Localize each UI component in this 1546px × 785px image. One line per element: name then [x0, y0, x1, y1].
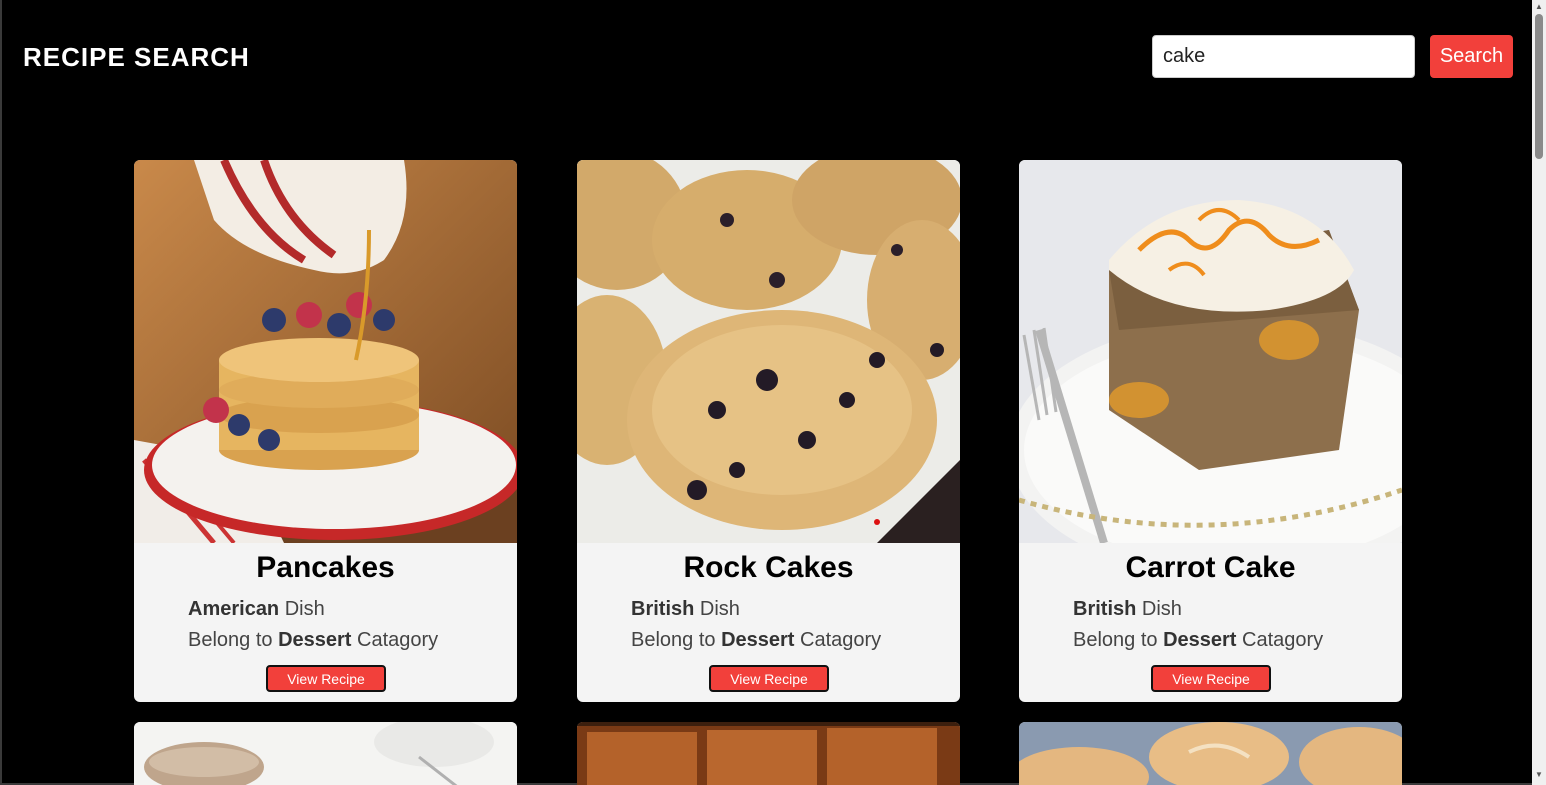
recipe-image[interactable] — [134, 722, 517, 785]
recipe-card: Carrot Cake British Dish Belong to Desse… — [1019, 160, 1402, 702]
scroll-up-icon[interactable]: ▲ — [1534, 2, 1544, 12]
recipe-image-pancakes[interactable] — [134, 160, 517, 543]
recipe-card: Rock Cakes British Dish Belong to Desser… — [577, 160, 960, 702]
recipe-title: Carrot Cake — [1125, 551, 1296, 584]
view-recipe-button[interactable]: View Recipe — [1151, 665, 1271, 692]
search-button[interactable]: Search — [1430, 35, 1513, 78]
recipe-image[interactable] — [1019, 722, 1402, 785]
view-recipe-button[interactable]: View Recipe — [709, 665, 829, 692]
recipe-title: Rock Cakes — [683, 551, 854, 584]
view-recipe-button[interactable]: View Recipe — [266, 665, 386, 692]
recipe-area: British Dish — [1073, 598, 1182, 620]
recipe-area: American Dish — [188, 598, 325, 620]
recipe-card — [577, 722, 960, 785]
recipe-category: Belong to Dessert Catagory — [1073, 629, 1324, 651]
app-title: RECIPE SEARCH — [23, 42, 250, 72]
recipe-card — [134, 722, 517, 785]
recipe-image[interactable] — [577, 722, 960, 785]
recipe-card: Pancakes American Dish Belong to Dessert… — [134, 160, 517, 702]
recipe-card — [1019, 722, 1402, 785]
scroll-down-icon[interactable]: ▼ — [1534, 770, 1544, 780]
recipe-image-rock-cakes[interactable] — [577, 160, 960, 543]
recipe-image-carrot-cake[interactable] — [1019, 160, 1402, 543]
recipe-category: Belong to Dessert Catagory — [631, 629, 882, 651]
recipe-category: Belong to Dessert Catagory — [188, 629, 439, 651]
vertical-scrollbar[interactable]: ▲ ▼ — [1532, 0, 1546, 785]
recipe-title: Pancakes — [256, 551, 395, 584]
recipe-area: British Dish — [631, 598, 740, 620]
header: RECIPE SEARCH Search — [0, 0, 1532, 110]
scroll-thumb[interactable] — [1535, 14, 1543, 159]
search-input[interactable] — [1152, 35, 1415, 78]
